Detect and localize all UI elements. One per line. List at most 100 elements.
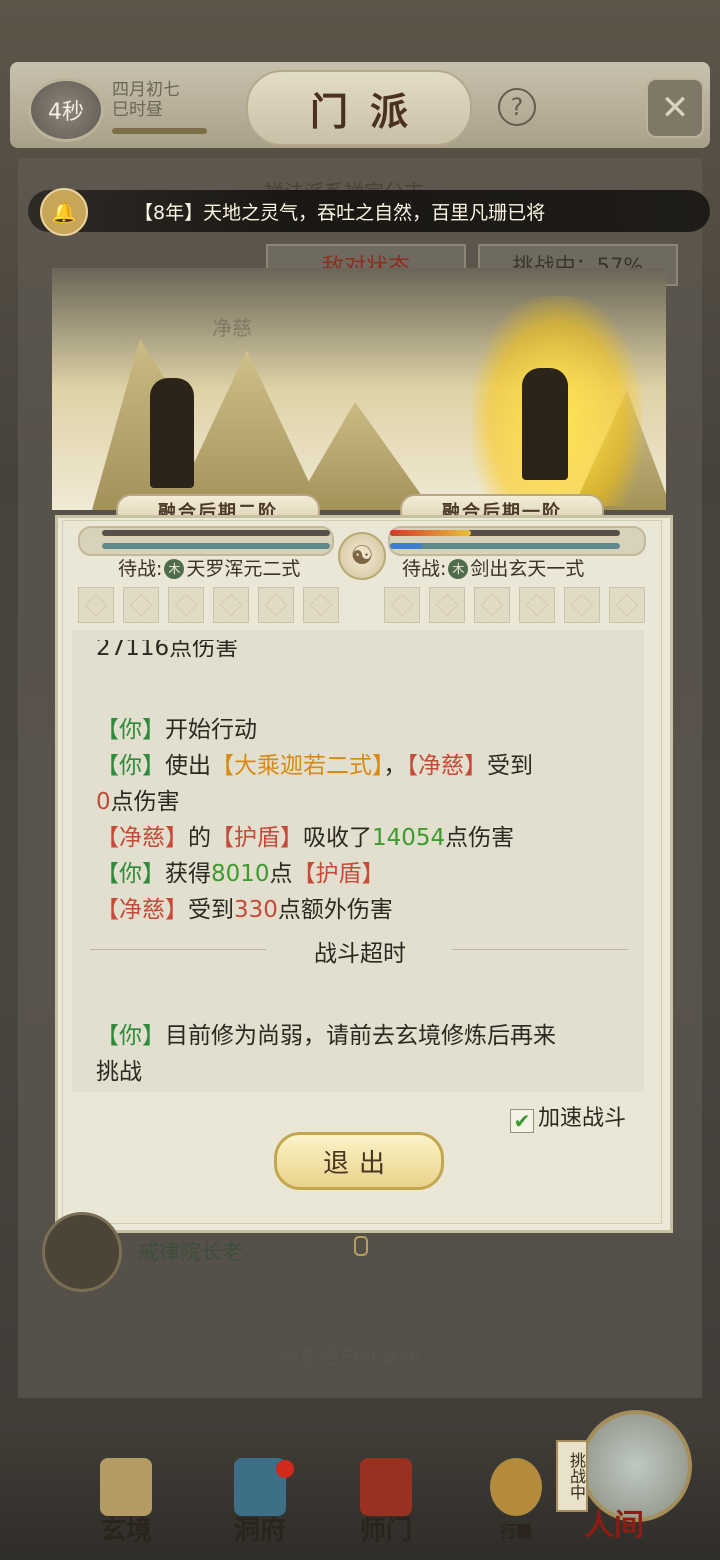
scroll-icon: [100, 1458, 152, 1516]
log-line-partial: 27116点伤害: [96, 640, 238, 664]
enemy-buff-slot: [429, 587, 465, 623]
battle-timeout-label: 战斗超时: [314, 941, 406, 967]
enemy-next-skill: 待战: 木剑出玄天一式: [402, 554, 584, 581]
enemy-buff-slot: [564, 587, 600, 623]
player-skill-name: 天罗浑元二式: [186, 558, 301, 580]
help-icon[interactable]: ?: [498, 88, 536, 126]
log-line: 【净慈】受到330点额外伤害: [96, 890, 393, 924]
wait-prefix: 待战:: [118, 558, 163, 580]
enemy-buff-slot: [384, 587, 420, 623]
enemy-hp-bar: [390, 530, 471, 536]
actor-tag: 【你】: [96, 717, 165, 743]
player-buff-slot: [123, 587, 159, 623]
player-hp-bar: [102, 530, 330, 536]
log-text: 吸收了: [303, 825, 372, 851]
date-line: 四月初七: [112, 80, 180, 100]
absorb-number: 14054: [372, 825, 446, 851]
page-title: 门派: [309, 88, 430, 134]
speed-label: 加速战斗: [538, 1106, 627, 1131]
game-date: 四月初七 巳时昼: [112, 80, 180, 120]
actor-tag: 【你】: [96, 1023, 165, 1049]
log-text: ，: [383, 753, 407, 779]
enemy-buff-slot: [519, 587, 555, 623]
player-next-skill: 待战: 木天罗浑元二式: [118, 554, 300, 581]
mountain: [172, 350, 322, 510]
player-buff-slot: [258, 587, 294, 623]
log-text: 获得: [165, 861, 211, 887]
yin-yang-icon: ☯: [338, 532, 386, 580]
enemy-mp-fill: [390, 543, 422, 549]
damage-number: 0: [96, 789, 111, 815]
nav-label: 玄境: [99, 1516, 152, 1546]
wood-element-icon: 木: [164, 559, 185, 579]
player-buff-slot: [168, 587, 204, 623]
exit-button[interactable]: 退出: [274, 1132, 444, 1190]
player-buff-slot: [213, 587, 249, 623]
shield-tag: 【护盾】: [292, 861, 385, 887]
close-icon[interactable]: ✕: [646, 78, 704, 138]
log-text: 使出: [165, 753, 211, 779]
enemy-buff-slot: [609, 587, 645, 623]
wait-prefix: 待战:: [402, 558, 447, 580]
log-text: 开始行动: [165, 717, 257, 743]
enemy-tag: 【净慈】: [96, 825, 188, 851]
log-line: 【你】获得8010点【护盾】: [96, 854, 385, 888]
return-hint: 点击空白处返回: [280, 1344, 420, 1368]
bag-icon: [490, 1458, 542, 1516]
player-silhouette: [150, 378, 194, 488]
nav-item-xuanjing[interactable]: 玄境: [86, 1458, 166, 1548]
log-line: 挑战: [96, 1052, 142, 1086]
shield-number: 8010: [211, 861, 270, 887]
enemy-silhouette: [522, 368, 568, 480]
player-buff-slot: [78, 587, 114, 623]
log-text: 受到: [188, 897, 234, 923]
notification-dot: [276, 1460, 294, 1478]
elder-label: 戒律院长老: [138, 1240, 243, 1264]
enemy-tag: 【净慈】: [96, 897, 188, 923]
log-text: 受到: [487, 753, 533, 779]
log-line: 【净慈】的【护盾】吸收了14054点伤害: [96, 818, 514, 852]
log-line: 【你】开始行动: [96, 710, 257, 744]
nav-item-shimen[interactable]: 师门: [346, 1458, 426, 1548]
log-text: 的: [188, 825, 211, 851]
damage-number: 330: [234, 897, 278, 923]
banner-icon: [360, 1458, 412, 1516]
timer-badge: 4秒: [28, 78, 104, 142]
log-text: 点伤害: [110, 789, 180, 815]
enemy-skill-name: 剑出玄天一式: [470, 558, 585, 580]
player-buff-slot: [303, 587, 339, 623]
bell-icon: 🔔: [40, 188, 88, 236]
marquee-text: 【8年】天地之灵气，吞吐之自然，百里凡珊已将: [134, 202, 546, 224]
mountain: [292, 402, 432, 510]
log-text: 点: [269, 861, 293, 887]
wood-element-icon: 木: [448, 559, 469, 579]
time-progress-bar: [112, 128, 207, 134]
enemy-buff-slot: [474, 587, 510, 623]
log-line: 【你】使出【大乘迦若二式】，【净慈】受到: [96, 746, 533, 780]
scroll-pin-icon: [354, 1236, 368, 1256]
enemy-name-text: 净慈: [212, 316, 252, 340]
shield-tag: 【护盾】: [211, 825, 303, 851]
timer-text: 4秒: [48, 100, 84, 125]
world-label: 人间: [584, 1508, 644, 1543]
player-mp-bar: [102, 543, 330, 549]
log-text: 点额外伤害: [277, 897, 393, 923]
log-line: 【你】目前修为尚弱，请前去玄境修炼后再来: [96, 1016, 556, 1050]
time-line: 巳时昼: [112, 100, 163, 120]
nav-label: 洞府: [233, 1516, 286, 1546]
log-text: 点伤害: [445, 825, 515, 851]
actor-tag: 【你】: [96, 861, 165, 887]
avatar: [42, 1212, 122, 1292]
speed-toggle[interactable]: ✔ 加速战斗: [510, 1100, 626, 1133]
exit-label: 退出: [322, 1148, 395, 1179]
checkmark-icon[interactable]: ✔: [510, 1109, 534, 1133]
enemy-mp-bar: [390, 543, 620, 549]
actor-tag: 【你】: [96, 753, 165, 779]
nav-label: 行囊: [499, 1522, 532, 1541]
battle-scene: 净慈: [52, 268, 666, 510]
log-text: 挑战: [96, 1059, 142, 1085]
nav-label: 师门: [359, 1516, 412, 1546]
skill-name: 【大乘迦若二式】: [211, 753, 384, 779]
enemy-tag: 【净慈】: [406, 753, 488, 779]
nav-item-xingnang[interactable]: 行囊: [476, 1458, 556, 1548]
